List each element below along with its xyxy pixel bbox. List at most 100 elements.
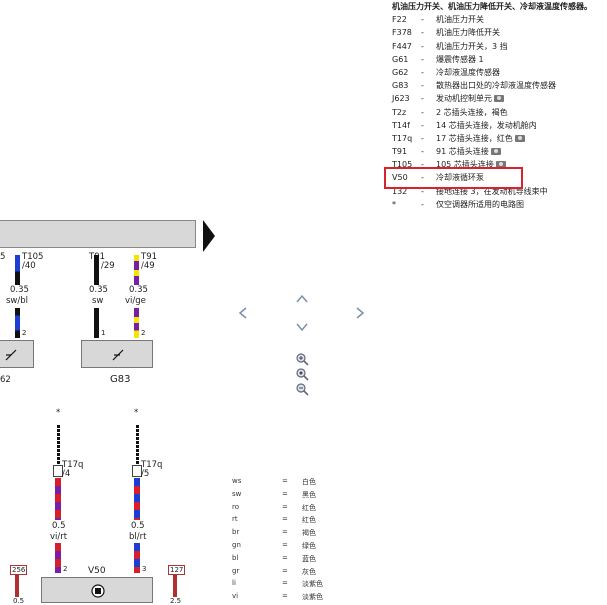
legend-dash: - [421,199,424,209]
asterisk-mark-2: * [134,408,139,418]
zoom-in-icon[interactable] [296,353,309,366]
color-code-row: gr = 灰色 [232,567,352,580]
pump-motor-icon [91,584,105,598]
legend-dash: - [421,120,424,130]
legend-description: 爆震传感器 1 [436,54,484,64]
wire5-size: 0.5 [131,521,145,531]
wire5-color: bl/rt [129,532,147,542]
legend-item: T2z - 2 芯插头连接，褐色 [392,106,607,119]
component-v50-label: V50 [88,566,106,576]
zoom-out-icon[interactable] [296,383,309,396]
legend-description: 14 芯插头连接，发动机舱内 [436,120,537,130]
legend-code: F22 [392,15,407,25]
color-abbrev: gr [232,566,240,575]
legend-item: T17q - 17 芯插头连接，红色 [392,132,607,145]
component-g83-label: G83 [110,374,131,385]
arrow-right-icon[interactable] [356,307,365,319]
color-code-row: rt = 红色 [232,515,352,528]
legend-title: 机油压力开关、机油压力降低开关、冷却液温度传感器。 [392,2,592,11]
legend-item: F22 - 机油压力开关 [392,13,607,26]
legend-code: F378 [392,28,412,38]
color-abbrev: br [232,528,240,537]
legend-description: 机油压力开关 [436,15,484,25]
wire-red-right [173,575,177,597]
legend-dash: - [421,28,424,38]
camera-icon[interactable] [514,134,525,142]
arrow-up-icon[interactable] [296,294,308,303]
color-name: 蓝色 [302,554,316,563]
legend-code: * [392,199,396,209]
color-abbrev: ws [232,477,242,485]
legend-description: 机油压力降低开关 [436,28,500,38]
highlight-box-v50 [384,167,523,189]
legend-item: G62 - 冷却液温度传感器 [392,66,607,79]
camera-icon[interactable] [490,148,501,156]
legend-item: G61 - 爆震传感器 1 [392,53,607,66]
pin-5: 3 [142,565,147,573]
legend-description: 散热器出口处的冷却液温度传感器 [436,81,556,91]
legend-description: 仅空调器所适用的电路图 [436,199,524,209]
legend-item: * - 仅空调器所适用的电路图 [392,198,607,211]
wire7-size: 2.5 [170,597,182,605]
color-code-row: br = 褐色 [232,528,352,541]
component-g83-box [81,340,153,368]
legend-description: 2 芯插头连接，褐色 [436,107,508,117]
color-name: 白色 [302,478,316,486]
color-code-row: li = 淡紫色 [232,579,352,592]
connector-t17q-b-pin: /5 [141,469,150,479]
connector-t105-pin: /40 [22,261,36,271]
color-name: 黑色 [302,490,316,499]
legend-code: J623 [392,94,410,104]
control-unit-bar [0,220,196,248]
legend-dash: - [421,15,424,25]
color-name: 淡紫色 [302,580,323,589]
wire-dashed-right [136,425,139,465]
color-name: 红色 [302,516,316,525]
legend-description: 机油压力开关，3 挡 [436,41,508,51]
legend-dash: - [421,133,424,143]
pin-3: 2 [141,329,146,337]
connector-t91-pin: /29 [101,261,115,271]
wire3-size: 0.35 [129,285,148,295]
wire-sw-top [94,255,99,285]
wire1-size: 0.35 [10,285,29,295]
arrow-left-icon[interactable] [238,307,247,319]
legend-dash: - [421,67,424,77]
legend-description: 冷却液温度传感器 [436,67,500,77]
color-code-row: ws = 白色 [232,477,352,490]
color-code-table: ws = 白色 sw = 黑色 ro = 红色 rt = 红色 br = 褐色 gn = 绿色 bl = 蓝色 gr = 灰色… [232,477,352,605]
color-equals: = [282,477,288,485]
wire4-size: 0.5 [52,521,66,531]
pin-2: 1 [101,329,106,337]
wire-sw-bl-top [15,255,20,285]
wire6-size: 0.5 [13,597,25,605]
color-equals: = [282,489,288,498]
legend-dash: - [421,41,424,51]
legend-code: T91 [392,147,408,157]
component-g62-box [0,340,34,368]
color-code-list: ws = 白色 sw = 黑色 ro = 红色 rt = 红色 br = 褐色 gn = 绿色 bl = 蓝色 gr = 灰色… [232,477,352,605]
legend-code: T14f [392,120,410,130]
component-v50-box [41,577,153,603]
temperature-sensor-icon [112,349,124,361]
color-name: 淡紫色 [302,593,323,602]
continue-arrow-icon[interactable] [203,220,215,252]
color-equals: = [282,566,288,575]
legend-item: T91 - 91 芯插头连接 [392,145,607,158]
tag-256: 256 [10,565,28,575]
color-code-row: ro = 红色 [232,503,352,516]
arrow-down-icon[interactable] [296,323,308,332]
color-code-row: gn = 绿色 [232,541,352,554]
legend-code: G61 [392,54,409,64]
legend-code: G83 [392,81,409,91]
color-code-row: sw = 黑色 [232,490,352,503]
wire-bl-rt-bottom [134,543,140,573]
legend-item: F378- 机油压力降低开关 [392,26,607,39]
tag-127: 127 [168,565,186,575]
color-code-row: bl = 蓝色 [232,554,352,567]
zoom-reset-icon[interactable] [296,368,309,381]
legend-item: F447- 机油压力开关，3 挡 [392,40,607,53]
camera-icon[interactable] [494,95,504,103]
color-name: 褐色 [302,529,316,538]
legend-dash: - [421,81,424,91]
